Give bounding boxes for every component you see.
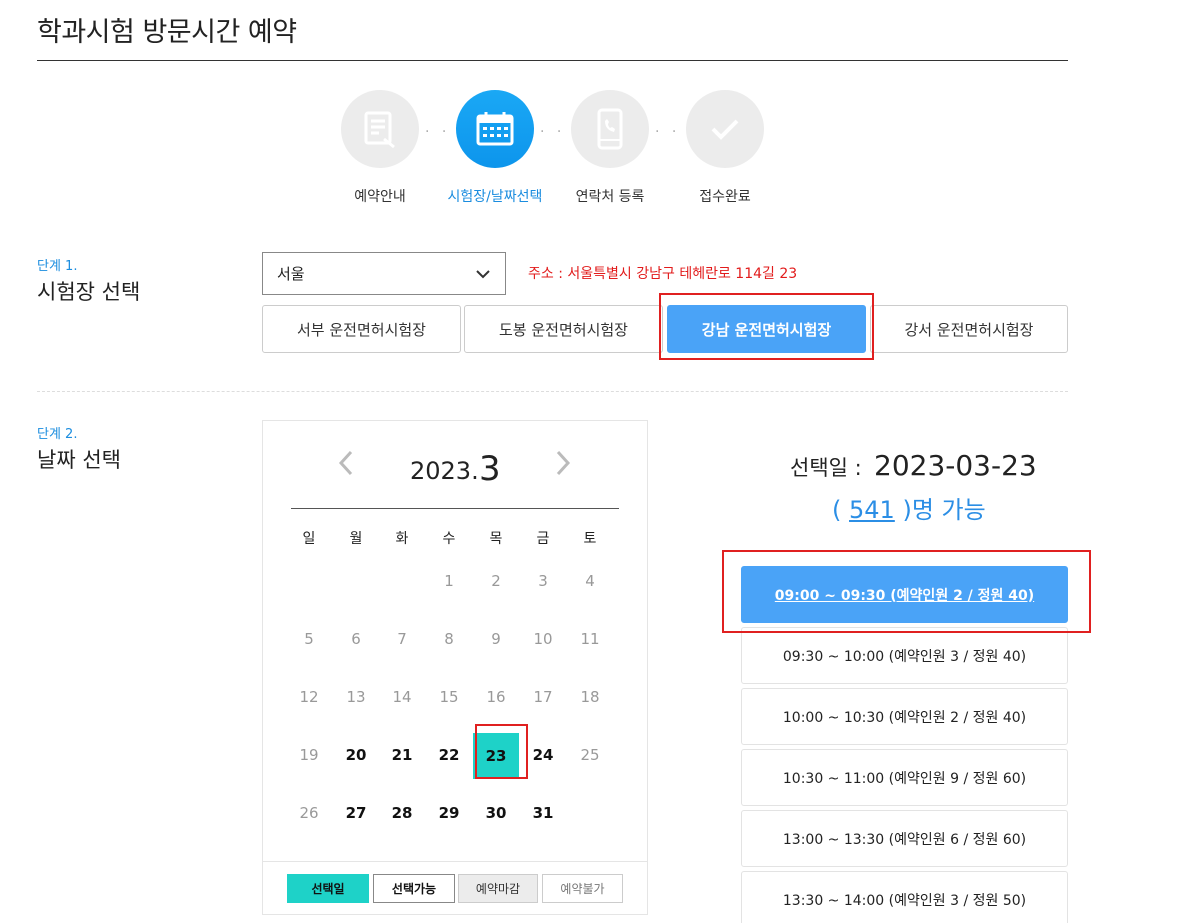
- calendar-day: 14: [392, 688, 412, 706]
- legend-unavailable: 예약불가: [542, 874, 623, 903]
- legend-available: 선택가능: [373, 874, 455, 903]
- time-slot[interactable]: 09:30 ~ 10:00 (예약인원 3 / 정원 40): [741, 627, 1068, 684]
- calendar-day: 16: [486, 688, 506, 706]
- capacity-text: ( 541 )명 가능: [832, 490, 986, 525]
- calendar-icon: [456, 90, 534, 168]
- calendar: 2023. 3 일 월 화 수 목 금 토 1 2 3 4 5 6 7 8 9 10 11 12 13 14 15 16 17…: [262, 420, 648, 915]
- legend-closed: 예약마감: [458, 874, 538, 903]
- selected-date: 2023-03-23: [874, 449, 1037, 482]
- calendar-divider: [291, 508, 619, 509]
- chevron-down-icon: [475, 265, 491, 283]
- calendar-day: 13: [346, 688, 366, 706]
- calendar-day: 7: [397, 630, 407, 648]
- highlight-box: [722, 550, 1091, 633]
- step-guide: 예약안내: [325, 90, 435, 206]
- calendar-day: 17: [533, 688, 553, 706]
- step-label: 접수완료: [699, 189, 751, 205]
- chevron-left-icon: [338, 450, 353, 476]
- weekday-header: 수: [442, 531, 456, 547]
- time-slot[interactable]: 13:00 ~ 13:30 (예약인원 6 / 정원 60): [741, 810, 1068, 867]
- step-complete: 접수완료: [670, 90, 780, 206]
- stage1-title: 시험장 선택: [37, 280, 141, 304]
- page-title: 학과시험 방문시간 예약: [37, 17, 297, 48]
- region-select[interactable]: 서울: [262, 252, 506, 295]
- center-address: 주소 : 서울특별시 강남구 테헤란로 114길 23: [528, 266, 798, 282]
- calendar-day: 8: [444, 630, 454, 648]
- calendar-day: 4: [585, 572, 595, 590]
- calendar-day: 3: [538, 572, 548, 590]
- highlight-box: [659, 293, 874, 360]
- calendar-day: 26: [299, 804, 319, 822]
- calendar-day: 1: [444, 572, 454, 590]
- stage2-title: 날짜 선택: [37, 448, 121, 472]
- calendar-day: 25: [580, 746, 600, 764]
- step-contact: 연락처 등록: [555, 90, 665, 206]
- weekday-header: 금: [536, 531, 550, 547]
- step-select-center: 시험장/날짜선택: [440, 90, 550, 206]
- title-divider: [37, 60, 1068, 61]
- weekday-header: 월: [349, 531, 363, 547]
- calendar-day[interactable]: 20: [333, 746, 379, 764]
- calendar-day: 11: [580, 630, 600, 648]
- capacity-count[interactable]: 541: [849, 496, 895, 524]
- phone-icon: [571, 90, 649, 168]
- calendar-day[interactable]: 21: [379, 746, 425, 764]
- calendar-day[interactable]: 28: [379, 804, 425, 822]
- calendar-year: 2023.: [410, 457, 479, 485]
- center-button-gangseo[interactable]: 강서 운전면허시험장: [870, 305, 1068, 353]
- calendar-day: 18: [580, 688, 600, 706]
- weekday-header: 토: [583, 531, 597, 547]
- calendar-day: 6: [351, 630, 361, 648]
- calendar-day: 2: [491, 572, 501, 590]
- calendar-day: 19: [299, 746, 319, 764]
- weekday-header: 목: [489, 531, 503, 547]
- capacity-open: (: [832, 496, 842, 524]
- region-value: 서울: [277, 265, 305, 283]
- next-month-button[interactable]: [555, 449, 571, 484]
- calendar-day: 15: [439, 688, 459, 706]
- legend-divider: [263, 861, 647, 862]
- capacity-close: )명 가능: [902, 496, 986, 524]
- highlight-box: [475, 724, 528, 779]
- calendar-day[interactable]: 31: [520, 804, 566, 822]
- calendar-day: 10: [533, 630, 553, 648]
- time-slot[interactable]: 10:00 ~ 10:30 (예약인원 2 / 정원 40): [741, 688, 1068, 745]
- stage2-step: 단계 2.: [37, 427, 78, 442]
- calendar-month: 3: [479, 449, 501, 489]
- prev-month-button[interactable]: [338, 449, 354, 484]
- weekday-header: 화: [395, 531, 409, 547]
- center-button-seobu[interactable]: 서부 운전면허시험장: [262, 305, 461, 353]
- calendar-day[interactable]: 22: [426, 746, 472, 764]
- center-button-dobong[interactable]: 도봉 운전면허시험장: [464, 305, 663, 353]
- legend-selected: 선택일: [287, 874, 369, 903]
- step-label: 예약안내: [354, 189, 406, 205]
- calendar-day: 9: [491, 630, 501, 648]
- selected-date-label: 선택일 :: [790, 456, 862, 480]
- step-label: 시험장/날짜선택: [447, 189, 543, 205]
- document-edit-icon: [341, 90, 419, 168]
- time-slot[interactable]: 13:30 ~ 14:00 (예약인원 3 / 정원 50): [741, 871, 1068, 923]
- calendar-day[interactable]: 27: [333, 804, 379, 822]
- time-slot[interactable]: 10:30 ~ 11:00 (예약인원 9 / 정원 60): [741, 749, 1068, 806]
- section-divider: [37, 391, 1068, 392]
- chevron-right-icon: [556, 450, 571, 476]
- step-label: 연락처 등록: [575, 189, 645, 205]
- check-icon: [686, 90, 764, 168]
- stage1-step: 단계 1.: [37, 259, 78, 274]
- calendar-day[interactable]: 29: [426, 804, 472, 822]
- calendar-day[interactable]: 30: [473, 804, 519, 822]
- calendar-day: 12: [299, 688, 319, 706]
- weekday-header: 일: [302, 531, 316, 547]
- calendar-day: 5: [304, 630, 314, 648]
